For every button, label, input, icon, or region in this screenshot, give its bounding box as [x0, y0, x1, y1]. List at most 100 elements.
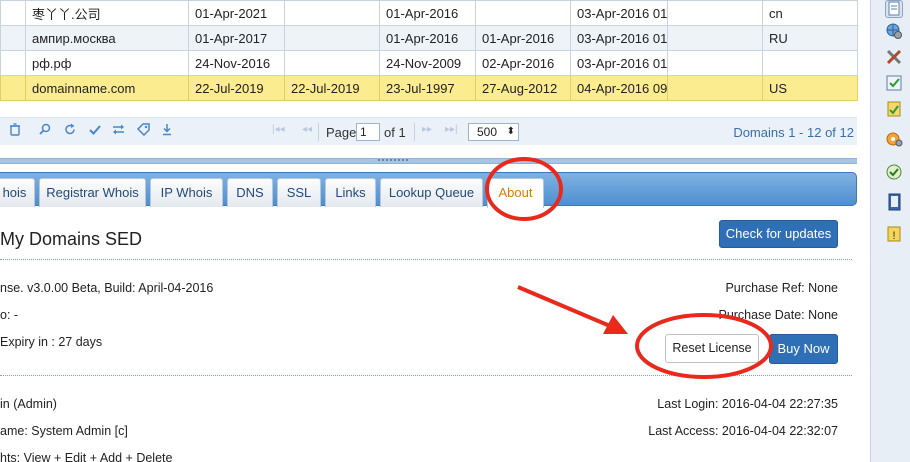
- right-toolbar: !: [870, 0, 910, 462]
- table-cell: [667, 50, 763, 76]
- table-cell: 03-Apr-2016 01: [570, 25, 668, 51]
- table-cell: 02-Apr-2016: [475, 50, 571, 76]
- page-total-label: of 1: [384, 125, 406, 140]
- table-cell: [475, 0, 571, 26]
- refresh-icon[interactable]: [64, 123, 76, 139]
- tab-registrar-whois[interactable]: Registrar Whois: [39, 178, 146, 207]
- toolbar-separator: [318, 123, 319, 141]
- tab-dns[interactable]: DNS: [227, 178, 273, 207]
- table-row[interactable]: 枣丫丫.公司 01-Apr-2021 01-Apr-2016 03-Apr-20…: [0, 0, 858, 26]
- tab-ssl[interactable]: SSL: [277, 178, 321, 207]
- select-caret-icon: ⬍: [506, 126, 515, 137]
- clipboard-check-icon[interactable]: [885, 100, 903, 118]
- last-page-icon[interactable]: ▸▸|: [445, 124, 458, 135]
- trash-icon[interactable]: [9, 123, 21, 139]
- license-version-text: nse. v3.0.00 Beta, Build: April-04-2016: [0, 281, 214, 295]
- rows-per-page-value: 500: [477, 125, 498, 139]
- record-count: Domains 1 - 12 of 12: [733, 125, 854, 140]
- next-page-icon[interactable]: ▸▸: [422, 124, 432, 135]
- annotation-arrow-head: [603, 315, 628, 334]
- table-cell: 04-Apr-2016 09: [570, 75, 668, 101]
- page-number-input[interactable]: 1: [356, 123, 380, 141]
- table-cell: RU: [762, 25, 858, 51]
- table-cell: 22-Jul-2019: [188, 75, 285, 101]
- table-cell: 03-Apr-2016 01: [570, 50, 668, 76]
- check-updates-button[interactable]: Check for updates: [719, 220, 838, 248]
- table-cell: 01-Apr-2016: [379, 0, 476, 26]
- table-cell: [284, 25, 380, 51]
- table-cell: 24-Nov-2009: [379, 50, 476, 76]
- table-cell: cn: [762, 0, 858, 26]
- tab-lookup-queue[interactable]: Lookup Queue: [380, 178, 483, 207]
- toolbar-separator: [414, 123, 415, 141]
- domain-cell[interactable]: 枣丫丫.公司: [25, 0, 189, 26]
- tab-whois[interactable]: hois: [0, 178, 35, 207]
- buy-now-button[interactable]: Buy Now: [769, 334, 838, 364]
- table-cell: 22-Jul-2019: [284, 75, 380, 101]
- table-cell: [667, 0, 763, 26]
- detail-tabbar: hois Registrar Whois IP Whois DNS SSL Li…: [0, 172, 857, 208]
- tab-about[interactable]: About: [487, 178, 544, 208]
- table-row[interactable]: ампир.москва 01-Apr-2017 01-Apr-2016 01-…: [0, 25, 858, 51]
- svg-text:!: !: [892, 230, 895, 242]
- table-cell: 03-Apr-2016 01: [570, 0, 668, 26]
- table-row[interactable]: рф.рф 24-Nov-2016 24-Nov-2009 02-Apr-201…: [0, 50, 858, 76]
- splitter-grip-icon[interactable]: [378, 159, 408, 163]
- book-icon[interactable]: [885, 193, 903, 211]
- table-cell: 01-Apr-2016: [475, 25, 571, 51]
- domain-cell[interactable]: domainname.com: [25, 75, 189, 101]
- divider: [0, 259, 852, 260]
- tag-icon[interactable]: [136, 123, 150, 139]
- table-cell: US: [762, 75, 858, 101]
- settings-icon[interactable]: [885, 130, 903, 148]
- purchase-date-text: Purchase Date: None: [718, 308, 838, 322]
- domain-cell[interactable]: ампир.москва: [25, 25, 189, 51]
- user-rights-text: hts: View + Edit + Add + Delete: [0, 451, 173, 462]
- row-checkbox-cell[interactable]: [0, 50, 26, 76]
- checklist-icon[interactable]: [885, 74, 903, 92]
- table-cell: [284, 0, 380, 26]
- page-label: Page: [326, 125, 357, 140]
- page-title: My Domains SED: [0, 229, 143, 249]
- table-cell: [284, 50, 380, 76]
- table-cell: 01-Apr-2017: [188, 25, 285, 51]
- last-login-text: Last Login: 2016-04-04 22:27:35: [657, 397, 838, 411]
- license-expiry-text: Expiry in : 27 days: [0, 335, 103, 349]
- table-row-selected[interactable]: domainname.com 22-Jul-2019 22-Jul-2019 2…: [0, 75, 858, 101]
- warning-icon[interactable]: !: [885, 225, 903, 243]
- purchase-ref-text: Purchase Ref: None: [725, 281, 838, 295]
- last-access-text: Last Access: 2016-04-04 22:32:07: [648, 424, 838, 438]
- table-cell: 01-Apr-2021: [188, 0, 285, 26]
- task-check-icon[interactable]: [885, 163, 903, 181]
- rows-per-page-select[interactable]: 500 ⬍: [468, 123, 519, 141]
- globe-gear-icon[interactable]: [885, 22, 903, 40]
- table-cell: 23-Jul-1997: [379, 75, 476, 101]
- report-icon[interactable]: [885, 0, 903, 18]
- first-page-icon[interactable]: |◂◂: [272, 124, 285, 135]
- divider: [0, 375, 852, 376]
- check-icon[interactable]: [89, 123, 101, 139]
- license-info-text: o: -: [0, 308, 19, 322]
- tab-ip-whois[interactable]: IP Whois: [150, 178, 223, 207]
- table-cell: [667, 75, 763, 101]
- search-icon[interactable]: [39, 123, 51, 139]
- table-cell: [667, 25, 763, 51]
- reset-license-button[interactable]: Reset License: [665, 334, 759, 363]
- table-cell: 01-Apr-2016: [379, 25, 476, 51]
- domain-cell[interactable]: рф.рф: [25, 50, 189, 76]
- tools-icon[interactable]: [885, 48, 903, 66]
- annotation-arrow-line: [517, 285, 611, 328]
- table-cell: 24-Nov-2016: [188, 50, 285, 76]
- user-login-text: in (Admin): [0, 397, 57, 411]
- download-icon[interactable]: [161, 123, 173, 139]
- prev-page-icon[interactable]: ◂◂: [302, 124, 312, 135]
- domains-grid: 枣丫丫.公司 01-Apr-2021 01-Apr-2016 03-Apr-20…: [0, 0, 858, 101]
- swap-icon[interactable]: [112, 123, 125, 139]
- row-checkbox-cell[interactable]: [0, 75, 26, 101]
- row-checkbox-cell[interactable]: [0, 25, 26, 51]
- grid-pager: |◂◂ ◂◂ Page 1 of 1 ▸▸ ▸▸| 500 ⬍ Domains …: [0, 117, 857, 145]
- pane-splitter[interactable]: [0, 158, 857, 164]
- table-cell: 27-Aug-2012: [475, 75, 571, 101]
- tab-links[interactable]: Links: [325, 178, 376, 207]
- row-checkbox-cell[interactable]: [0, 0, 26, 26]
